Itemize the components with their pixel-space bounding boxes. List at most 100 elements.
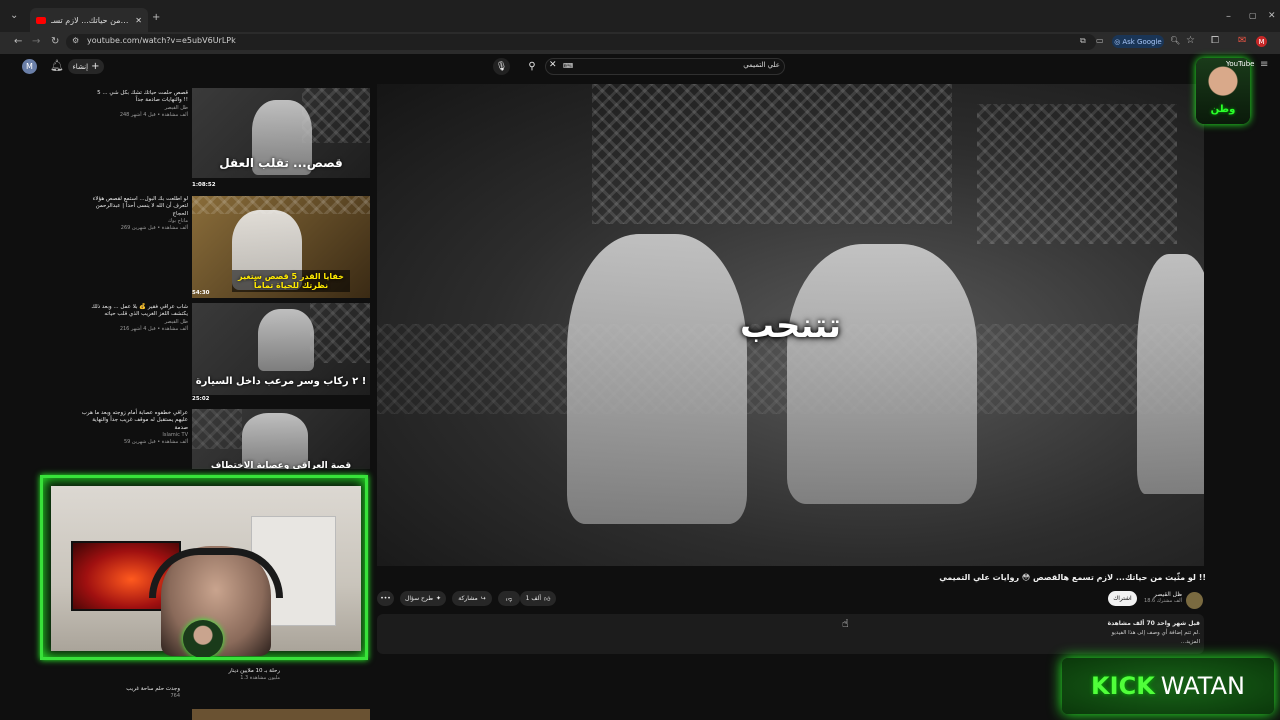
list-item[interactable]: وجدت حلم ساحة غريب 764 — [100, 686, 180, 700]
watan-word: WATAN — [1160, 672, 1245, 700]
video-title: 5 قصص حلمت حياتك تشك بكل شي ... والنهايا… — [97, 90, 188, 104]
minimize-icon[interactable]: – — [1226, 12, 1231, 22]
ask-question-button[interactable]: طرح سؤال ✦ — [400, 591, 446, 606]
thumbnail-caption: ٢ ركاب وسر مرعب داخل السيارة ! — [195, 376, 367, 387]
show-more-link[interactable]: ...المزيد — [1150, 639, 1200, 645]
thumbnail-caption: قصص... تقلب العقل — [219, 156, 343, 170]
new-tab-icon[interactable]: + — [152, 13, 160, 23]
site-info-icon[interactable]: ⚙ — [72, 37, 79, 45]
plus-icon: + — [91, 61, 100, 72]
clear-search-icon[interactable]: ✕ — [549, 60, 557, 70]
ask-google-button[interactable]: ◎ Ask Google — [1112, 35, 1164, 48]
tab-title: لو مثّيت من حياتك... لازم تسـ... — [51, 15, 131, 25]
bookmark-star-icon[interactable]: ☆ — [1186, 36, 1195, 46]
video-thumbnail[interactable]: قصص... تقلب العقل — [192, 88, 370, 178]
like-button[interactable]: 1 ألف 👍︎ — [520, 591, 556, 606]
like-count: 1 ألف — [525, 595, 542, 602]
video-title: شاب عراقي فقير 💰 بلا عمل ... وبعد ذلك يك… — [91, 304, 188, 318]
video-figure — [1137, 254, 1204, 494]
thumbnail-caption: قصة العراقي وعصابة الاختطاف — [210, 461, 352, 469]
sparkle-icon: ✦ — [436, 595, 442, 602]
watan-logo-text: وطن — [1210, 104, 1236, 115]
list-item[interactable]: شاب عراقي فقير 💰 بلا عمل ... وبعد ذلك يك… — [80, 304, 188, 332]
create-button[interactable]: إنشاء + — [68, 59, 104, 74]
browser-tab[interactable]: لو مثّيت من حياتك... لازم تسـ... ✕ — [30, 8, 148, 32]
channel-avatar[interactable] — [1186, 592, 1203, 609]
ask-google-label: Ask Google — [1122, 37, 1162, 46]
video-meta: 764 — [170, 693, 180, 700]
dislike-button[interactable]: 👎︎ — [498, 591, 520, 606]
ask-label: طرح سؤال — [404, 595, 433, 602]
video-figure — [567, 234, 747, 524]
channel-name: ظل القيصر — [164, 104, 188, 111]
channel-name: ظل القيصر — [1153, 591, 1182, 598]
search-query: علي التميمي — [743, 61, 780, 69]
back-icon[interactable]: ← — [14, 37, 22, 47]
thumbs-down-icon: 👎︎ — [505, 595, 513, 603]
video-meta: 248 ألف مشاهدة • قبل 4 أشهر — [119, 111, 188, 118]
video-title: وجدت حلم ساحة غريب — [126, 686, 180, 692]
video-backdrop — [977, 104, 1177, 244]
menu-icon[interactable]: ≡ — [1260, 60, 1268, 70]
channel-name: Islamic TV — [162, 432, 188, 439]
video-player[interactable]: تتنحب — [377, 84, 1204, 566]
video-title: عراقي خطفوه عصابة أمام زوجته وبعد ما هرب… — [81, 410, 188, 431]
kick-watan-banner: KICK WATAN — [1062, 658, 1274, 714]
watan-badge — [183, 620, 223, 657]
video-meta: 59 ألف مشاهدة • قبل شهرين — [123, 439, 188, 446]
share-button[interactable]: مشاركة ↪ — [452, 591, 492, 606]
reload-icon[interactable]: ↻ — [51, 37, 59, 47]
video-backdrop — [592, 84, 952, 224]
search-button[interactable]: ⚲ — [523, 58, 541, 75]
cast-icon[interactable]: ▭ — [1096, 37, 1104, 45]
video-thumbnail[interactable] — [192, 709, 370, 720]
gmail-icon[interactable]: ✉ — [1238, 36, 1246, 46]
maximize-icon[interactable]: ▢ — [1249, 12, 1257, 20]
list-item[interactable]: 5 قصص حلمت حياتك تشك بكل شي ... والنهايا… — [80, 90, 188, 118]
list-item[interactable]: لو اطلعت بك البول... استمع لقصص هؤلاء لت… — [80, 196, 188, 232]
profile-avatar[interactable]: M — [1256, 36, 1267, 47]
subscriber-count: 18.6 ألف مشترك — [1144, 598, 1182, 604]
video-title: لو مثّيت من حياتك... لازم تسمع هالقصص 😳 … — [939, 573, 1206, 582]
window-close-icon[interactable]: ✕ — [1268, 12, 1276, 21]
tab-search-icon[interactable]: ⌄ — [10, 11, 18, 21]
create-label: إنشاء — [72, 62, 89, 71]
channel-name: ماتاج بوك — [167, 218, 188, 225]
view-info: قبل شهر واحد 70 ألف مشاهدة — [1000, 620, 1200, 627]
video-duration: 54:30 — [192, 290, 210, 296]
more-actions-button[interactable]: ••• — [377, 591, 394, 606]
account-avatar[interactable]: M — [22, 59, 37, 74]
browser-tab-strip: ⌄ لو مثّيت من حياتك... لازم تسـ... ✕ + –… — [0, 0, 1280, 32]
video-subtitle: تتنحب — [739, 306, 842, 346]
voice-search-icon[interactable]: 🎙︎ — [493, 58, 510, 75]
list-item[interactable]: عراقي خطفوه عصابة أمام زوجته وبعد ما هرب… — [80, 410, 188, 446]
notifications-bell-icon[interactable]: 🔔︎ — [50, 60, 64, 71]
video-title: لو اطلعت بك البول... استمع لقصص هؤلاء لت… — [92, 196, 188, 217]
thumbnail-caption: خفايا القدر 5 قصص ستغير نظرتك للحياة تما… — [232, 270, 350, 292]
tab-close-icon[interactable]: ✕ — [135, 16, 142, 25]
channel-name: ظل القيصر — [164, 318, 188, 325]
video-meta: 1.3 مليون مشاهدة — [240, 675, 280, 682]
extensions-icon[interactable]: ⧠ — [1211, 36, 1219, 46]
share-icon: ↪ — [480, 595, 486, 602]
forward-icon[interactable]: → — [32, 37, 40, 47]
kick-word: KICK — [1091, 672, 1155, 700]
video-meta: 269 ألف مشاهدة • قبل شهرين — [120, 225, 188, 232]
youtube-badge: YouTube — [1226, 60, 1255, 68]
video-figure — [787, 244, 977, 504]
mouse-cursor-icon: ☝ — [842, 617, 849, 630]
zoom-icon[interactable]: 🔍︎ — [1170, 37, 1180, 45]
video-thumbnail[interactable]: قصة العراقي وعصابة الاختطاف — [192, 409, 370, 469]
video-thumbnail[interactable]: خفايا القدر 5 قصص ستغير نظرتك للحياة تما… — [192, 196, 370, 298]
video-description: لم تتم إضافة أي وصف إلى هذا الفيديو. — [1111, 630, 1201, 636]
video-title: رحلة بـ 10 ملايين دينار — [228, 668, 280, 674]
translate-icon[interactable]: ⧉ — [1080, 37, 1086, 45]
subscribe-button[interactable]: اشتراك — [1108, 591, 1137, 606]
channel-info[interactable]: ظل القيصر 18.6 ألف مشترك — [1140, 591, 1182, 604]
google-lens-icon: ◎ — [1114, 37, 1121, 46]
webcam-overlay — [40, 475, 368, 660]
thumbs-up-icon: 👍︎ — [544, 595, 551, 603]
list-item[interactable]: رحلة بـ 10 ملايين دينار 1.3 مليون مشاهدة — [180, 668, 280, 682]
youtube-favicon-icon — [36, 16, 46, 24]
video-thumbnail[interactable]: ٢ ركاب وسر مرعب داخل السيارة ! — [192, 303, 370, 395]
